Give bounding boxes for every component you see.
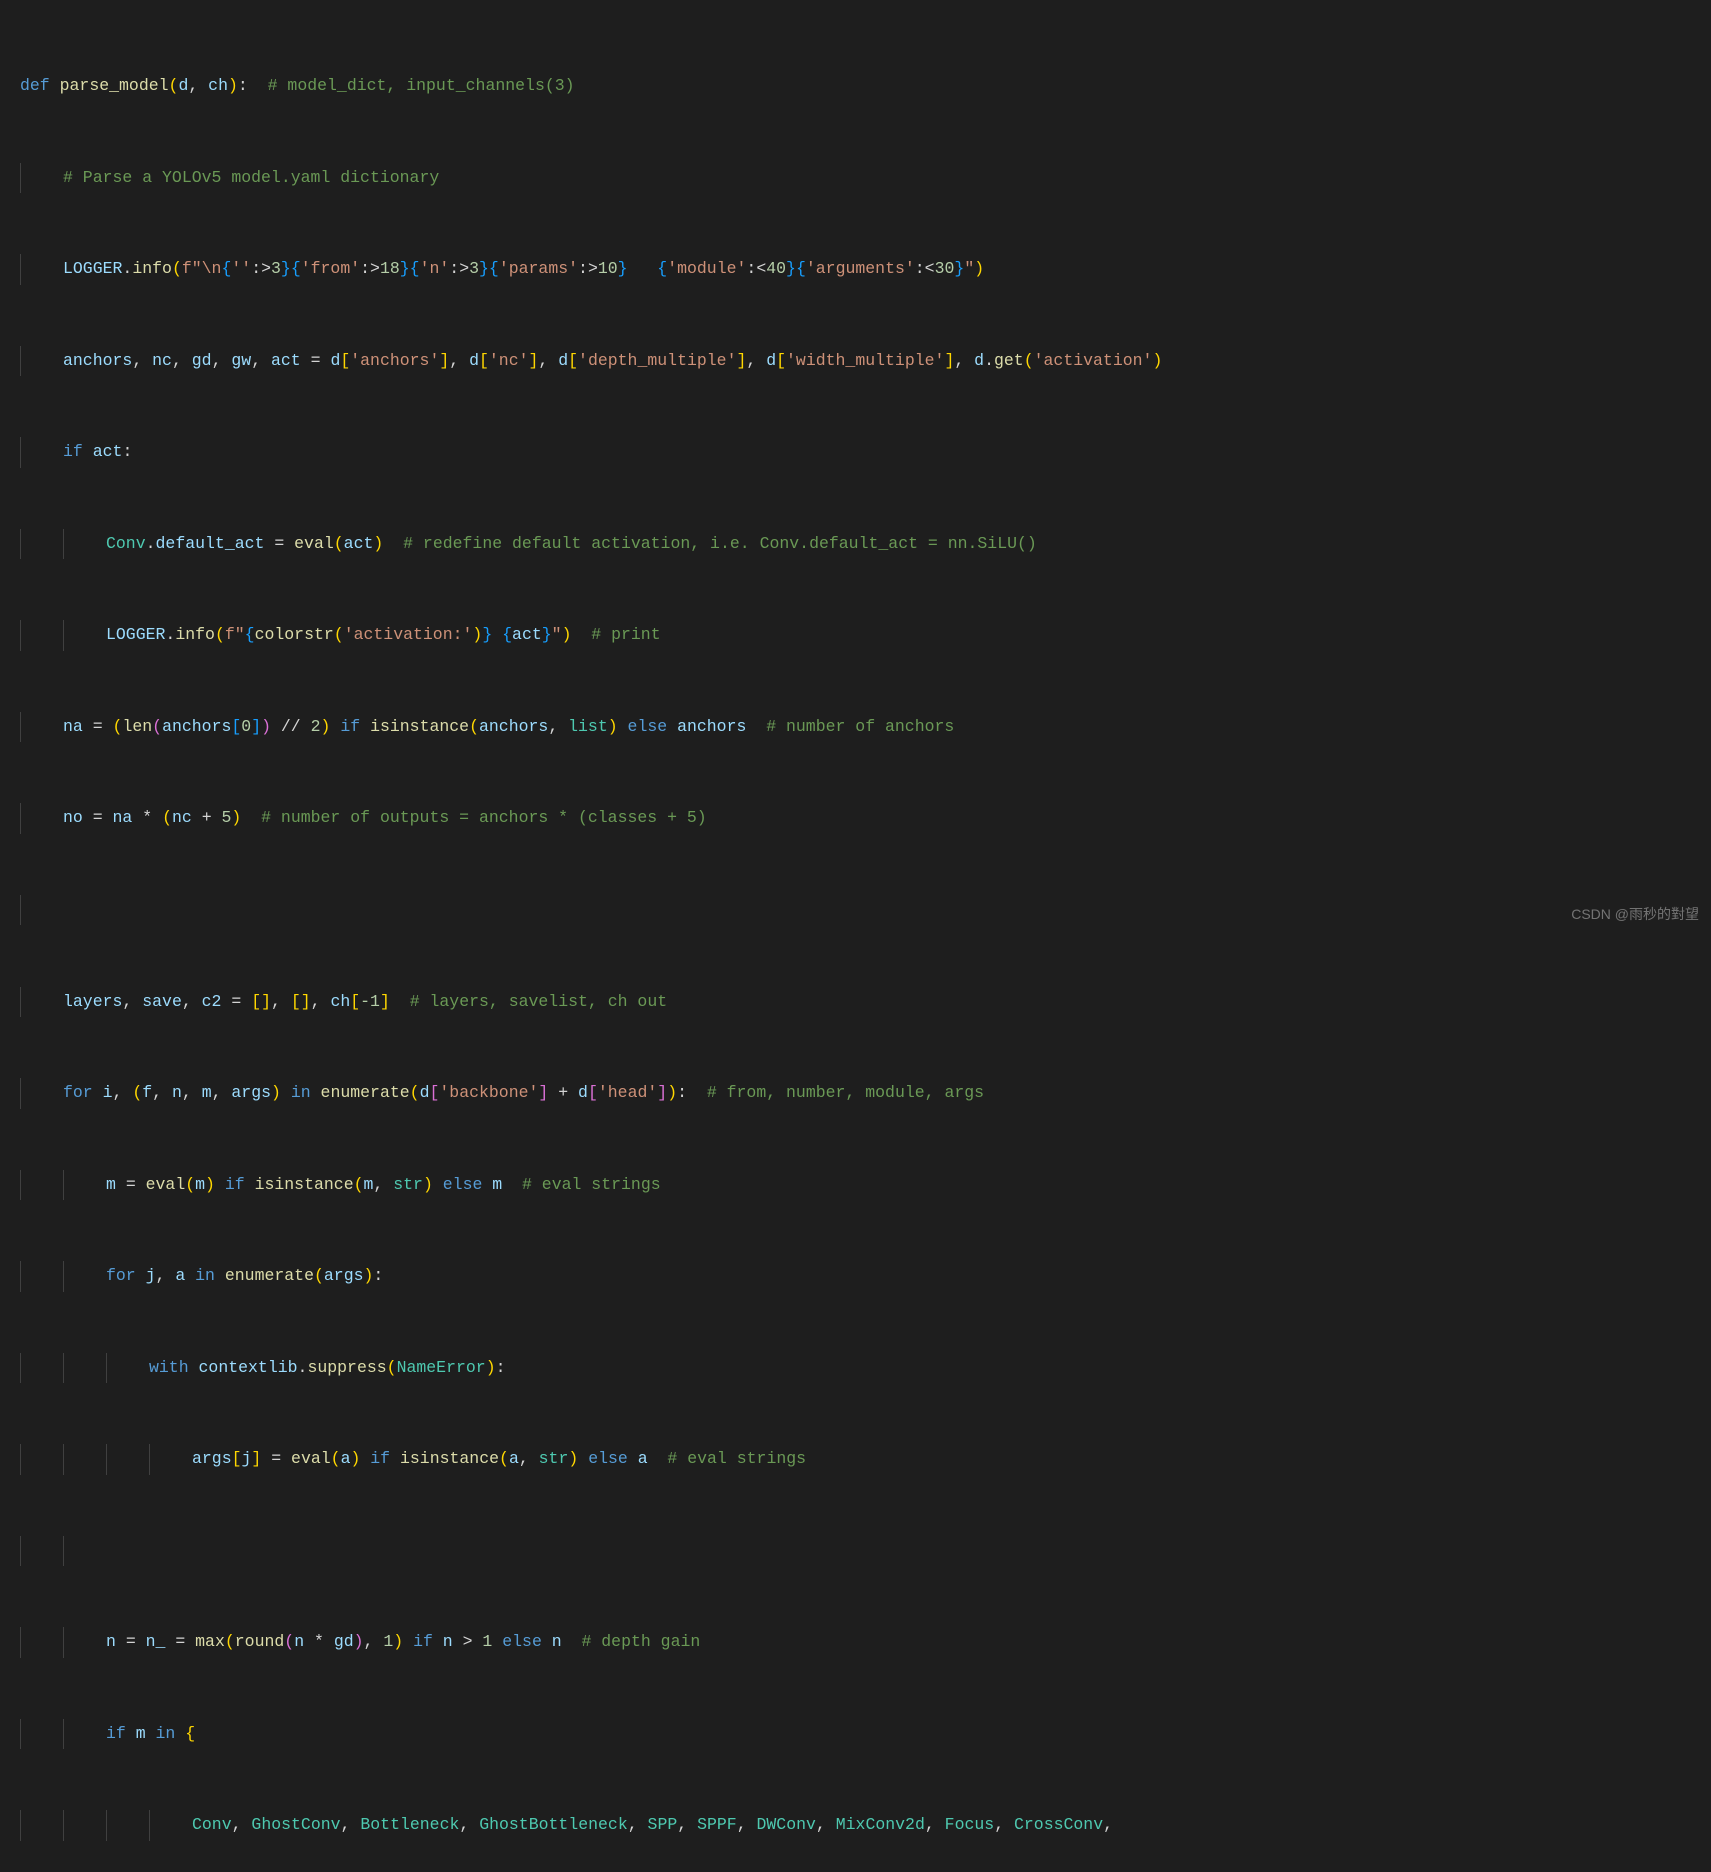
code-line[interactable]: no = na * (nc + 5) # number of outputs =…: [20, 803, 1711, 834]
function-name: parse_model: [60, 76, 169, 95]
blank-line[interactable]: [20, 895, 1711, 926]
keyword-def: def: [20, 76, 50, 95]
code-line[interactable]: anchors, nc, gd, gw, act = d['anchors'],…: [20, 346, 1711, 377]
code-line[interactable]: LOGGER.info(f"{colorstr('activation:')} …: [20, 620, 1711, 651]
code-line[interactable]: if act:: [20, 437, 1711, 468]
comment: # depth gain: [581, 1632, 700, 1651]
code-line[interactable]: # Parse a YOLOv5 model.yaml dictionary: [20, 163, 1711, 194]
code-line[interactable]: if m in {: [20, 1719, 1711, 1750]
code-line[interactable]: args[j] = eval(a) if isinstance(a, str) …: [20, 1444, 1711, 1475]
code-editor[interactable]: def parse_model(d, ch): # model_dict, in…: [0, 0, 1711, 1872]
code-line[interactable]: Conv, GhostConv, Bottleneck, GhostBottle…: [20, 1810, 1711, 1841]
comment: # redefine default activation, i.e. Conv…: [403, 534, 1037, 553]
code-line[interactable]: for j, a in enumerate(args):: [20, 1261, 1711, 1292]
param-d: d: [178, 76, 188, 95]
code-line[interactable]: m = eval(m) if isinstance(m, str) else m…: [20, 1170, 1711, 1201]
comment: # number of anchors: [766, 717, 954, 736]
code-line[interactable]: def parse_model(d, ch): # model_dict, in…: [20, 71, 1711, 102]
blank-line[interactable]: [20, 1536, 1711, 1567]
comment: # model_dict, input_channels(3): [268, 76, 575, 95]
comment: # print: [591, 625, 660, 644]
code-line[interactable]: n = n_ = max(round(n * gd), 1) if n > 1 …: [20, 1627, 1711, 1658]
code-line[interactable]: na = (len(anchors[0]) // 2) if isinstanc…: [20, 712, 1711, 743]
code-line[interactable]: layers, save, c2 = [], [], ch[-1] # laye…: [20, 987, 1711, 1018]
comment: # from, number, module, args: [707, 1083, 984, 1102]
comment: # eval strings: [522, 1175, 661, 1194]
code-line[interactable]: with contextlib.suppress(NameError):: [20, 1353, 1711, 1384]
comment: # number of outputs = anchors * (classes…: [261, 808, 707, 827]
comment: # Parse a YOLOv5 model.yaml dictionary: [63, 168, 439, 187]
param-ch: ch: [208, 76, 228, 95]
code-line[interactable]: LOGGER.info(f"\n{'':>3}{'from':>18}{'n':…: [20, 254, 1711, 285]
code-line[interactable]: for i, (f, n, m, args) in enumerate(d['b…: [20, 1078, 1711, 1109]
code-line[interactable]: Conv.default_act = eval(act) # redefine …: [20, 529, 1711, 560]
comment: # eval strings: [667, 1449, 806, 1468]
comment: # layers, savelist, ch out: [410, 992, 667, 1011]
